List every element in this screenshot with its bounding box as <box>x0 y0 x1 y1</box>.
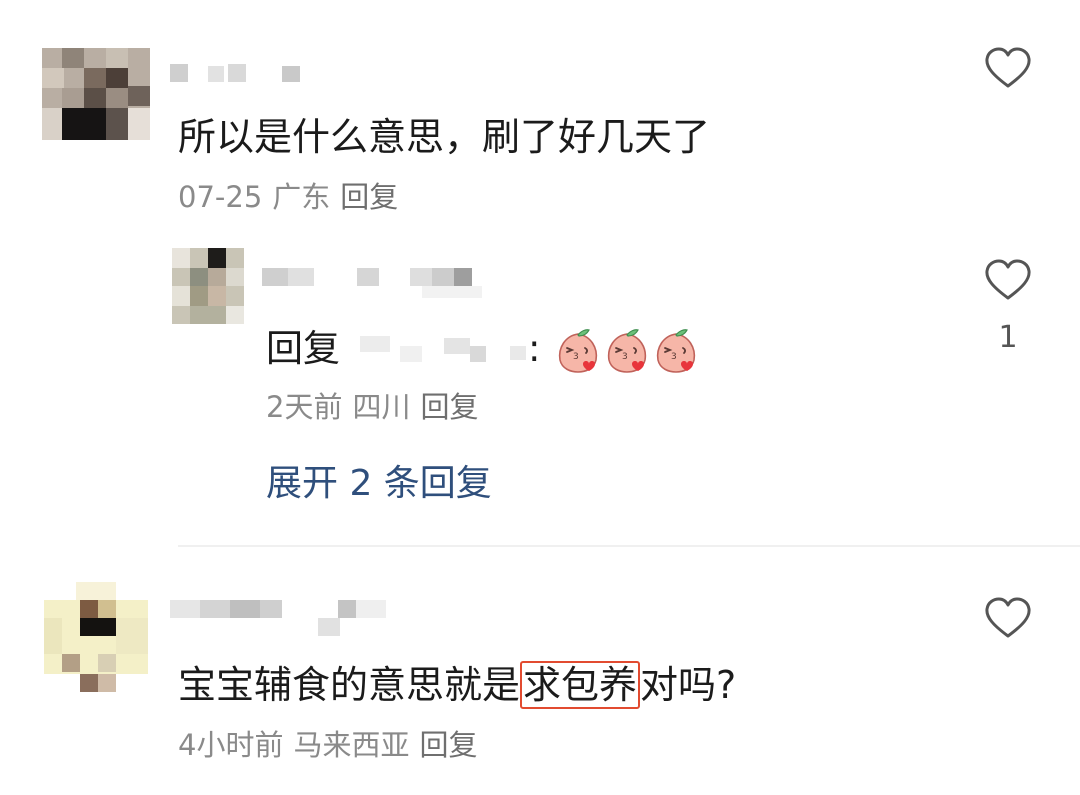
svg-text:3: 3 <box>573 352 579 362</box>
comment-meta: 4小时前 马来西亚 回复 <box>178 722 487 764</box>
reply-avatar[interactable] <box>172 248 244 324</box>
heart-icon <box>985 597 1031 638</box>
comment-divider <box>178 545 1080 547</box>
reply-colon: : <box>528 327 541 370</box>
like-count: 1 <box>998 320 1018 355</box>
reply-meta: 2天前 四川 回复 <box>266 384 488 426</box>
comment-date: 4小时前 <box>178 728 284 762</box>
comment-text-part: 宝宝辅食的意思就是 <box>178 663 521 707</box>
emoji-peach-kiss: 3 <box>555 328 601 374</box>
username-blurred[interactable] <box>170 64 300 84</box>
reply-like-button[interactable] <box>983 256 1033 306</box>
comment-text: 宝宝辅食的意思就是求包养对吗? <box>178 654 736 709</box>
mention-blurred[interactable] <box>340 335 528 366</box>
like-button[interactable] <box>983 44 1033 94</box>
avatar[interactable] <box>44 582 148 692</box>
reply-button[interactable]: 回复 <box>419 728 477 762</box>
reply-text: 回复 : 3 3 3 <box>266 318 699 374</box>
expand-replies-link[interactable]: 展开 2 条回复 <box>266 454 492 506</box>
emoji-peach-kiss: 3 <box>604 328 650 374</box>
highlight-box: 求包养 <box>520 661 641 709</box>
username-blurred[interactable] <box>170 600 395 636</box>
reply-button[interactable]: 回复 <box>420 390 478 424</box>
reply-prefix: 回复 <box>266 327 340 370</box>
comment-text-part: 对吗? <box>640 663 737 707</box>
emoji-peach-kiss: 3 <box>653 328 699 374</box>
comment-text: 所以是什么意思，刷了好几天了 <box>178 115 711 159</box>
comment-date: 07-25 <box>178 180 263 214</box>
comment-location: 广东 <box>272 180 331 214</box>
reply-button[interactable]: 回复 <box>340 180 398 214</box>
comment-meta: 07-25 广东 回复 <box>178 174 408 216</box>
heart-icon <box>985 47 1031 88</box>
reply-location: 四川 <box>352 390 411 424</box>
heart-icon <box>985 259 1031 300</box>
avatar[interactable] <box>42 48 150 140</box>
reply-username-blurred[interactable] <box>262 264 487 298</box>
like-button[interactable] <box>983 594 1033 644</box>
svg-text:3: 3 <box>622 352 628 362</box>
reply-date: 2天前 <box>266 390 343 424</box>
comment-location: 马来西亚 <box>293 728 410 762</box>
svg-text:3: 3 <box>671 352 677 362</box>
